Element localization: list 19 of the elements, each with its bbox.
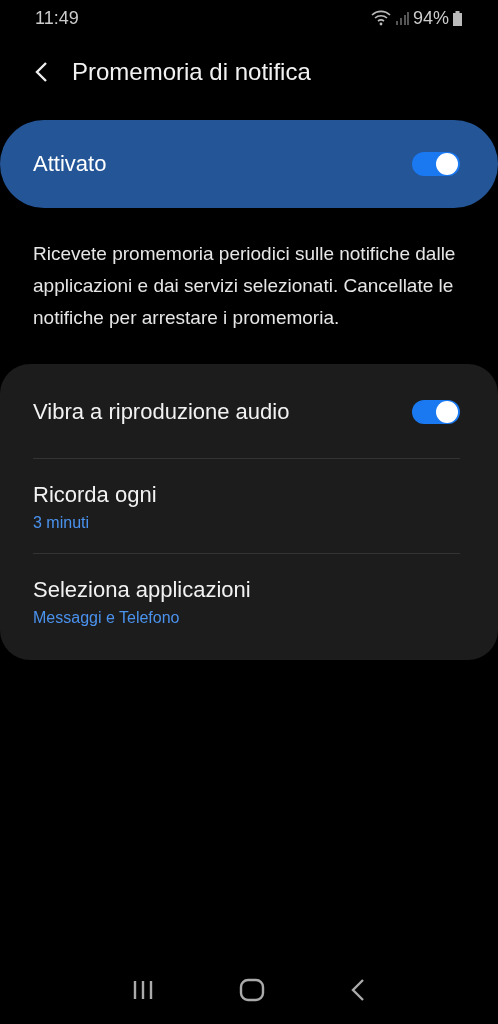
setting-label[interactable]: Seleziona applicazioni — [33, 577, 251, 603]
home-icon[interactable] — [239, 978, 265, 1002]
wifi-icon — [370, 10, 391, 26]
description-text: Ricevete promemoria periodici sulle notifiche dalle applicazioni e dai servizi selezionati. Cancellate le notifiche per arrestare i promemoria. — [33, 242, 457, 330]
setting-label[interactable]: Ricorda ogni — [33, 482, 157, 508]
battery-icon — [453, 10, 462, 26]
status-time: 11:49 — [35, 7, 79, 29]
toggle-switch[interactable] — [412, 152, 460, 176]
signal-icon — [394, 11, 409, 25]
back-icon[interactable] — [34, 61, 48, 83]
setting-label[interactable]: Vibra a riproduzione audio — [33, 399, 290, 425]
battery-percent: 94% — [412, 7, 449, 29]
page-title: Promemoria di notifica — [72, 58, 311, 86]
recent-apps-icon[interactable] — [132, 980, 155, 1000]
toggle-switch[interactable] — [412, 400, 460, 424]
setting-value: Messaggi e Telefono — [33, 609, 181, 627]
back-icon[interactable] — [349, 978, 366, 1002]
master-switch-bar[interactable]: Attivato — [0, 120, 498, 208]
setting-value: 3 minuti — [33, 514, 91, 532]
